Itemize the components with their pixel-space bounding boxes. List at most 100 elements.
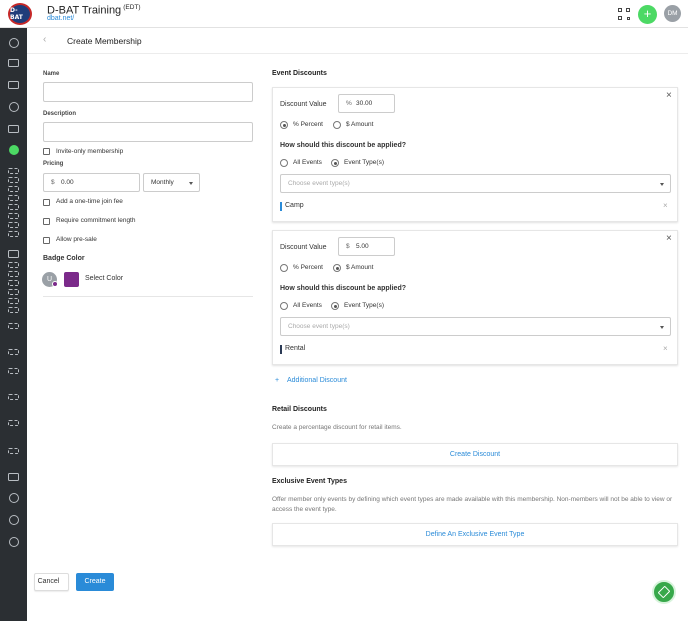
amount-label: $ Amount bbox=[346, 121, 374, 128]
brand-logo[interactable]: D-BAT bbox=[8, 3, 32, 25]
gear-icon[interactable] bbox=[8, 537, 19, 547]
ticket-icon[interactable] bbox=[8, 186, 19, 192]
tag-icon[interactable] bbox=[8, 493, 19, 503]
presale-label: Allow pre-sale bbox=[56, 236, 97, 243]
event-type-select[interactable]: Choose event type(s) bbox=[280, 174, 671, 193]
ticket-icon[interactable] bbox=[8, 231, 19, 237]
presale-checkbox[interactable] bbox=[43, 237, 50, 244]
store-icon[interactable] bbox=[8, 250, 19, 258]
create-discount-button[interactable]: Create Discount bbox=[272, 443, 678, 466]
divider bbox=[43, 296, 253, 297]
discount-prefix: % bbox=[346, 100, 352, 107]
top-bar: D-BAT D-BAT Training (EDT) dbat.net/ + DM bbox=[0, 0, 688, 28]
ticket-icon[interactable] bbox=[8, 222, 19, 228]
pricing-label: Pricing bbox=[43, 161, 64, 167]
price-tag-icon[interactable] bbox=[8, 515, 19, 525]
color-swatch[interactable] bbox=[64, 272, 79, 287]
ticket-icon[interactable] bbox=[8, 394, 19, 400]
percent-radio[interactable] bbox=[280, 264, 288, 272]
description-label: Description bbox=[43, 111, 77, 117]
amount-radio[interactable] bbox=[333, 264, 341, 272]
discount-card: × Discount Value $ 5.00 % Percent $ Amou… bbox=[272, 230, 678, 365]
event-type-placeholder: Choose event type(s) bbox=[288, 180, 350, 187]
all-events-radio[interactable] bbox=[280, 159, 288, 167]
badge-color-label: Badge Color bbox=[43, 255, 85, 262]
ticket-icon[interactable] bbox=[8, 307, 19, 313]
event-types-label: Event Type(s) bbox=[344, 159, 384, 166]
all-events-radio[interactable] bbox=[280, 302, 288, 310]
invite-only-label: Invite-only membership bbox=[56, 148, 124, 155]
ticket-icon[interactable] bbox=[8, 349, 19, 355]
ticket-icon[interactable] bbox=[8, 204, 19, 210]
app-subdomain[interactable]: dbat.net/ bbox=[47, 15, 74, 22]
define-exclusive-event-type-button[interactable]: Define An Exclusive Event Type bbox=[272, 523, 678, 546]
ticket-icon[interactable] bbox=[8, 195, 19, 201]
event-type-tag: Rental bbox=[285, 345, 306, 352]
ticket-icon[interactable] bbox=[8, 420, 19, 426]
users-icon[interactable] bbox=[8, 102, 19, 112]
price-period-select[interactable]: Monthly bbox=[143, 173, 200, 192]
discount-value: 30.00 bbox=[356, 100, 373, 107]
dashboard-icon[interactable] bbox=[8, 38, 19, 48]
amount-radio[interactable] bbox=[333, 121, 341, 129]
ticket-icon[interactable] bbox=[8, 448, 19, 454]
all-events-label: All Events bbox=[293, 302, 322, 309]
brand-logo-text: D-BAT bbox=[10, 7, 23, 21]
select-color-button[interactable]: Select Color bbox=[85, 275, 123, 282]
event-types-radio[interactable] bbox=[331, 159, 339, 167]
event-type-tag: Camp bbox=[285, 202, 304, 209]
price-input[interactable]: $ 0.00 bbox=[43, 173, 140, 192]
calendar-icon[interactable] bbox=[8, 59, 19, 67]
join-fee-label: Add a one-time join fee bbox=[56, 198, 123, 205]
ticket-icon[interactable] bbox=[8, 271, 19, 277]
create-button[interactable]: Create bbox=[76, 573, 114, 591]
exclusive-event-types-title: Exclusive Event Types bbox=[272, 478, 347, 485]
additional-discount-link[interactable]: Additional Discount bbox=[287, 377, 347, 384]
percent-label: % Percent bbox=[293, 121, 323, 128]
description-input[interactable] bbox=[43, 122, 253, 142]
back-chevron-icon[interactable]: ‹ bbox=[43, 34, 46, 45]
exclusive-event-types-description: Offer member only events by defining whi… bbox=[272, 496, 673, 513]
qr-code-icon[interactable] bbox=[618, 8, 630, 20]
discount-value-input[interactable]: $ 5.00 bbox=[338, 237, 395, 256]
event-type-color-bar bbox=[280, 345, 282, 354]
ticket-icon[interactable] bbox=[8, 323, 19, 329]
main-content: ‹ Create Membership Name Description Inv… bbox=[27, 28, 688, 621]
help-chat-icon[interactable] bbox=[652, 580, 676, 604]
remove-tag-icon[interactable]: × bbox=[663, 201, 668, 210]
percent-radio[interactable] bbox=[280, 121, 288, 129]
retail-discounts-description: Create a percentage discount for retail … bbox=[272, 424, 402, 431]
cancel-button[interactable]: Cancel bbox=[34, 573, 69, 591]
ticket-icon[interactable] bbox=[8, 280, 19, 286]
ticket-icon[interactable] bbox=[8, 289, 19, 295]
ticket-icon[interactable] bbox=[8, 168, 19, 174]
ticket-icon[interactable] bbox=[8, 213, 19, 219]
user-avatar[interactable]: DM bbox=[664, 5, 681, 22]
ticket-icon[interactable] bbox=[8, 368, 19, 374]
join-fee-checkbox[interactable] bbox=[43, 199, 50, 206]
discount-value-label: Discount Value bbox=[280, 101, 327, 108]
ticket-icon[interactable] bbox=[8, 262, 19, 268]
percent-label: % Percent bbox=[293, 264, 323, 271]
close-icon[interactable]: × bbox=[666, 90, 672, 101]
close-icon[interactable]: × bbox=[666, 233, 672, 244]
event-type-color-bar bbox=[280, 202, 282, 211]
discount-value-input[interactable]: % 30.00 bbox=[338, 94, 395, 113]
commitment-checkbox[interactable] bbox=[43, 218, 50, 225]
ticket-icon[interactable] bbox=[8, 298, 19, 304]
price-currency: $ bbox=[51, 179, 55, 186]
event-types-radio[interactable] bbox=[331, 302, 339, 310]
event-type-select[interactable]: Choose event type(s) bbox=[280, 317, 671, 336]
quick-add-button[interactable]: + bbox=[638, 5, 657, 24]
name-input[interactable] bbox=[43, 82, 253, 102]
remove-tag-icon[interactable]: × bbox=[663, 344, 668, 353]
reports-icon[interactable] bbox=[8, 125, 19, 133]
schedule-icon[interactable] bbox=[8, 81, 19, 89]
invite-only-checkbox[interactable] bbox=[43, 148, 50, 155]
timezone-label: (EDT) bbox=[123, 4, 141, 11]
plus-icon[interactable]: + bbox=[275, 377, 279, 384]
retail-discounts-title: Retail Discounts bbox=[272, 406, 327, 413]
ticket-icon[interactable] bbox=[8, 177, 19, 183]
image-icon[interactable] bbox=[8, 473, 19, 481]
memberships-icon[interactable] bbox=[8, 145, 19, 155]
